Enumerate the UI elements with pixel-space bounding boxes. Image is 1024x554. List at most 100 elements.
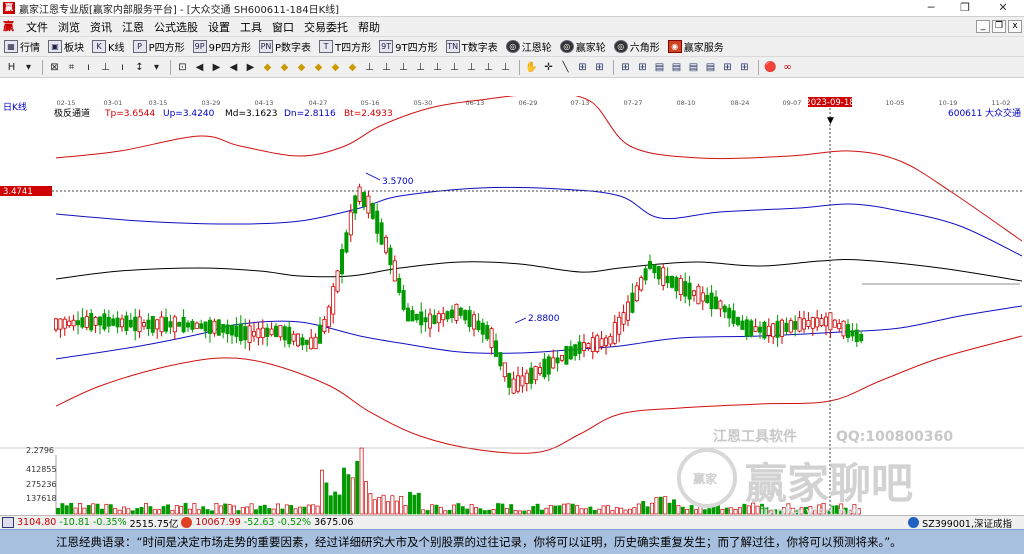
candle-body [727, 307, 732, 319]
toolbar-button-kline[interactable]: K K线 [92, 39, 125, 54]
toolbar-button-9t-square[interactable]: 9T 9T四方形 [379, 39, 438, 54]
candle-body [383, 236, 388, 253]
drawing-tool-2-icon[interactable]: ⊠ [47, 60, 62, 75]
mdi-close-button[interactable]: x [1008, 20, 1022, 33]
volume-bar [465, 508, 470, 515]
candle-body [273, 325, 278, 337]
drawing-tool-37-icon[interactable]: ▤ [669, 60, 684, 75]
close-button[interactable]: ✕ [982, 0, 1024, 17]
toolbar-button-9p-square[interactable]: 9P 9P四方形 [192, 39, 251, 54]
toolbar-button-t-number-table[interactable]: TN T数字表 [445, 39, 498, 54]
drawing-tool-21-icon[interactable]: ⊥ [379, 60, 394, 75]
drawing-tool-41-icon[interactable]: ⊞ [737, 60, 752, 75]
volume-bar [166, 504, 170, 515]
volume-bar [738, 507, 742, 515]
drawing-tool-8-icon[interactable]: ▾ [149, 60, 164, 75]
drawing-tool-14-icon[interactable]: ◆ [260, 60, 275, 75]
drawing-tool-36-icon[interactable]: ▤ [652, 60, 667, 75]
drawing-tool-42-icon[interactable]: 🔴 [763, 60, 778, 75]
cursor-arrow-icon: ▼ [827, 116, 834, 126]
drawing-tool-26-icon[interactable]: ⊥ [464, 60, 479, 75]
candle-body [102, 313, 107, 330]
candle-body [141, 322, 146, 327]
drawing-tool-17-icon[interactable]: ◆ [311, 60, 326, 75]
drawing-tool-35-icon[interactable]: ⊞ [635, 60, 650, 75]
drawing-tool-40-icon[interactable]: ⊞ [720, 60, 735, 75]
toolbar-button-service[interactable]: ◉ 赢家服务 [667, 39, 724, 54]
drawing-tool-10-icon[interactable]: ◀ [192, 60, 207, 75]
drawing-tool-16-icon[interactable]: ◆ [294, 60, 309, 75]
candle-body [485, 324, 490, 340]
drawing-tool-43-icon[interactable]: ∞ [780, 60, 795, 75]
drawing-tool-18-icon[interactable]: ◆ [328, 60, 343, 75]
toolbar-button-gann-wheel[interactable]: ◎ 江恩轮 [505, 39, 552, 54]
toolbar-button-hexagon[interactable]: ◎ 六角形 [613, 39, 660, 54]
menu-news[interactable]: 资讯 [85, 19, 117, 35]
drawing-tool-32-icon[interactable]: ⊞ [575, 60, 590, 75]
menu-trade[interactable]: 交易委托 [299, 19, 353, 35]
toolbar-button-grid[interactable]: ▦ 行情 [4, 39, 40, 54]
menu-tools[interactable]: 工具 [235, 19, 267, 35]
toolbar-separator [613, 59, 614, 75]
toolbar-button-winner-wheel[interactable]: ◎ 赢家轮 [559, 39, 606, 54]
drawing-tool-9-icon[interactable]: ⊡ [175, 60, 190, 75]
toolbar-button-board[interactable]: ▣ 板块 [48, 39, 84, 54]
toolbar-button-p-square[interactable]: P P四方形 [132, 39, 185, 54]
drawing-tool-24-icon[interactable]: ⊥ [430, 60, 445, 75]
maximize-button[interactable]: ❐ [948, 0, 982, 17]
volume-bar [421, 509, 426, 515]
candle-body [546, 356, 551, 375]
drawing-tool-7-icon[interactable]: ↕ [132, 60, 147, 75]
volume-bar [64, 505, 69, 515]
menu-file[interactable]: 文件 [21, 19, 53, 35]
drawing-tool-28-icon[interactable]: ⊥ [498, 60, 513, 75]
drawing-tool-31-icon[interactable]: ╲ [558, 60, 573, 75]
menu-window[interactable]: 窗口 [267, 19, 299, 35]
drawing-tool-25-icon[interactable]: ⊥ [447, 60, 462, 75]
drawing-tool-33-icon[interactable]: ⊞ [592, 60, 607, 75]
drawing-tool-22-icon[interactable]: ⊥ [396, 60, 411, 75]
menu-settings[interactable]: 设置 [203, 19, 235, 35]
volume-bar [645, 506, 650, 515]
drawing-tool-0-icon[interactable]: H [4, 60, 19, 75]
drawing-tool-29-icon[interactable]: ✋ [524, 60, 539, 75]
p-number-table-icon: PN [259, 40, 273, 53]
drawing-tool-4-icon[interactable]: ı [81, 60, 96, 75]
volume-bar [711, 506, 716, 515]
candle-body [670, 275, 675, 288]
toolbar-button-p-number-table[interactable]: PN P数字表 [259, 39, 311, 54]
mdi-restore-button[interactable]: ❐ [992, 20, 1006, 33]
minimize-button[interactable]: ─ [914, 0, 948, 17]
drawing-tool-23-icon[interactable]: ⊥ [413, 60, 428, 75]
drawing-tool-27-icon[interactable]: ⊥ [481, 60, 496, 75]
drawing-tool-11-icon[interactable]: ▶ [209, 60, 224, 75]
drawing-tool-3-icon[interactable]: ⌗ [64, 60, 79, 75]
volume-bar [575, 505, 580, 515]
kline-chart[interactable]: 02-15 03-01 03-15 03-29 04-13 04-27 05-16 05-30… [0, 96, 1024, 515]
toolbar-button-t-square[interactable]: T T四方形 [319, 39, 371, 54]
drawing-tool-30-icon[interactable]: ✛ [541, 60, 556, 75]
drawing-tool-20-icon[interactable]: ⊥ [362, 60, 377, 75]
drawing-tool-1-icon[interactable]: ▾ [21, 60, 36, 75]
menu-gann[interactable]: 江恩 [117, 19, 149, 35]
drawing-tool-39-icon[interactable]: ▤ [703, 60, 718, 75]
menu-help[interactable]: 帮助 [353, 19, 385, 35]
drawing-tool-38-icon[interactable]: ▤ [686, 60, 701, 75]
drawing-tool-12-icon[interactable]: ◀ [226, 60, 241, 75]
volume-bar [496, 503, 500, 515]
drawing-tool-34-icon[interactable]: ⊞ [618, 60, 633, 75]
drawing-tool-5-icon[interactable]: ⊥ [98, 60, 113, 75]
band-mid-line [55, 259, 1023, 282]
drawing-tool-15-icon[interactable]: ◆ [277, 60, 292, 75]
candle-body [850, 330, 855, 337]
candle-body [766, 325, 771, 336]
drawing-tool-6-icon[interactable]: ı [115, 60, 130, 75]
volume-bar [183, 503, 188, 515]
candle-body [168, 321, 173, 328]
menu-formula-screening[interactable]: 公式选股 [149, 19, 203, 35]
menu-browse[interactable]: 浏览 [53, 19, 85, 35]
mdi-minimize-button[interactable]: _ [976, 20, 990, 33]
drawing-tool-19-icon[interactable]: ◆ [345, 60, 360, 75]
volume-bar [126, 508, 131, 515]
drawing-tool-13-icon[interactable]: ▶ [243, 60, 258, 75]
